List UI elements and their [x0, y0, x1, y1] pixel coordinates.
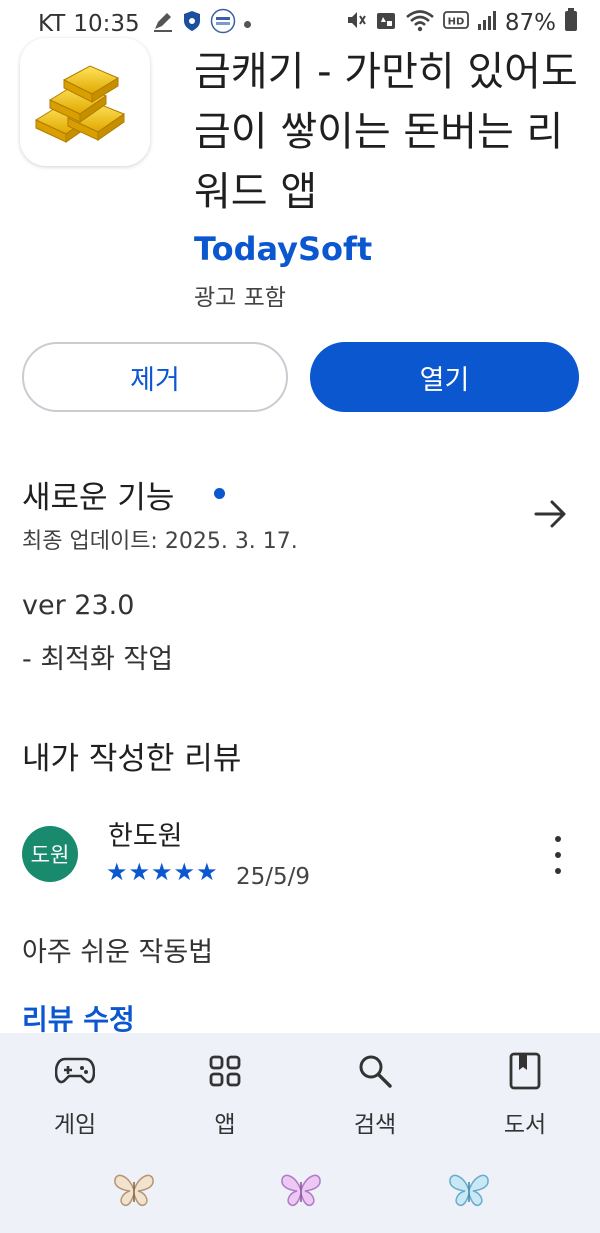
avatar-text: 도원: [30, 843, 70, 867]
butterfly-icon: [447, 1170, 491, 1210]
nav-apps-label: 앱: [214, 1112, 236, 1138]
edit-review-link[interactable]: 리뷰 수정: [22, 998, 135, 1038]
reviewer-name: 한도원: [108, 821, 183, 852]
clock: 10:35: [73, 11, 140, 37]
search-icon: [355, 1051, 395, 1091]
last-updated-label: 최종 업데이트: 2025. 3. 17.: [22, 529, 298, 554]
uninstall-button[interactable]: 제거: [22, 342, 288, 412]
nav-apps[interactable]: 앱: [170, 1051, 280, 1139]
nav-search-label: 검색: [353, 1112, 397, 1138]
wifi-icon: [405, 8, 435, 38]
version-text: ver 23.0: [22, 590, 135, 621]
star-icon: ★: [128, 858, 151, 886]
bottom-nav: 게임 앱 검색 도서: [0, 1033, 600, 1233]
butterfly-icon: [112, 1170, 156, 1210]
more-vert-icon: [555, 852, 561, 858]
release-note: - 최적화 작업: [22, 644, 174, 675]
app-title: 금캐기 - 가만히 있어도 금이 쌓이는 돈버는 리워드 앱: [194, 49, 578, 215]
book-icon: [505, 1051, 545, 1091]
badge-icon: [210, 8, 236, 40]
more-options-button[interactable]: [546, 836, 570, 874]
app-icon: [20, 38, 150, 166]
star-rating: ★ ★ ★ ★ ★: [106, 858, 218, 886]
nav-games[interactable]: 게임: [20, 1051, 130, 1139]
star-icon: ★: [196, 858, 218, 886]
recycle-icon: [375, 9, 397, 37]
nav-books[interactable]: 도서: [470, 1051, 580, 1139]
star-icon: ★: [173, 858, 196, 886]
battery-icon: [564, 8, 578, 38]
new-indicator-dot: [214, 488, 225, 499]
open-button[interactable]: 열기: [310, 342, 579, 412]
nav-books-label: 도서: [503, 1112, 547, 1138]
battery-level: 87%: [504, 10, 556, 36]
developer-link[interactable]: TodaySoft: [194, 230, 372, 268]
review-text: 아주 쉬운 작동법: [22, 937, 214, 968]
gamepad-icon: [55, 1051, 95, 1091]
contains-ads-label: 광고 포함: [194, 285, 286, 311]
pen-icon: [152, 10, 174, 38]
butterfly-icon: [279, 1170, 323, 1210]
more-vert-icon: [555, 836, 561, 842]
svg-text:HD: HD: [448, 17, 465, 28]
whats-new-arrow-button[interactable]: [528, 494, 572, 534]
signal-icon: [477, 10, 497, 36]
arrow-right-icon: [528, 500, 572, 538]
dot-icon: [243, 20, 251, 28]
star-icon: ★: [151, 858, 173, 886]
avatar: 도원: [22, 826, 78, 882]
carrier: KT: [38, 11, 66, 37]
shield-icon: [182, 10, 202, 38]
mute-icon: [345, 9, 367, 37]
nav-search[interactable]: 검색: [320, 1051, 430, 1139]
review-date: 25/5/9: [236, 864, 311, 890]
apps-grid-icon: [205, 1051, 245, 1091]
hd-icon: HD: [442, 9, 469, 37]
star-icon: ★: [106, 858, 128, 886]
gold-bars-icon: [20, 65, 150, 166]
my-review-title: 내가 작성한 리뷰: [22, 741, 242, 777]
more-vert-icon: [555, 868, 561, 874]
whats-new-title[interactable]: 새로운 기능: [22, 472, 174, 517]
nav-games-label: 게임: [53, 1112, 97, 1138]
